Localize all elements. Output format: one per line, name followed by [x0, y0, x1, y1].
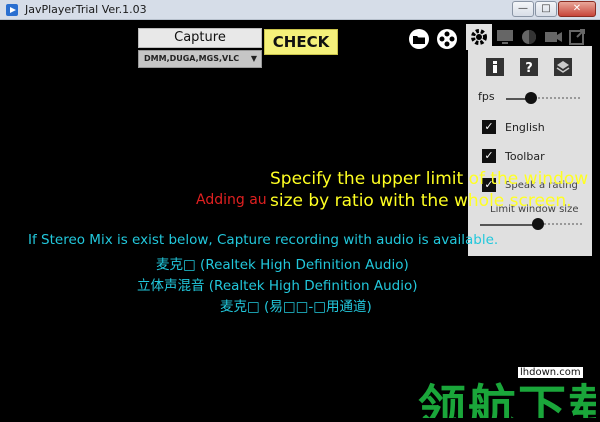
export-icon[interactable] — [566, 26, 588, 48]
close-button[interactable]: ✕ — [558, 1, 596, 17]
title-bar[interactable]: JavPlayerTrial Ver.1.03 — □ ✕ — [0, 0, 600, 20]
maximize-button[interactable]: □ — [535, 1, 557, 17]
toolbar-checkbox[interactable]: ✓ — [482, 149, 496, 163]
gear-icon[interactable] — [468, 26, 490, 48]
fps-label: fps — [478, 90, 495, 103]
folder-icon[interactable] — [408, 28, 430, 50]
audio-device-1: 麦克□ (Realtek High Definition Audio) — [156, 257, 409, 273]
fps-slider-knob[interactable] — [525, 92, 537, 104]
window-size-slider-fill — [480, 224, 536, 226]
film-reel-icon[interactable] — [436, 28, 458, 50]
toolbar-label: Toolbar — [505, 150, 545, 163]
half-circle-icon[interactable] — [518, 26, 540, 48]
camera-icon[interactable] — [542, 26, 564, 48]
site-select-value: DMM,DUGA,MGS,VLC — [144, 54, 240, 63]
layers-icon[interactable] — [552, 56, 574, 78]
tooltip: Specify the upper limit of the window si… — [270, 168, 596, 212]
audio-device-2: 立体声混音 (Realtek High Definition Audio) — [137, 278, 418, 294]
monitor-icon[interactable] — [494, 26, 516, 48]
svg-text:?: ? — [525, 61, 533, 76]
stereo-mix-note: If Stereo Mix is exist below, Capture re… — [28, 232, 499, 248]
window-title: JavPlayerTrial Ver.1.03 — [25, 3, 147, 16]
english-checkbox[interactable]: ✓ — [482, 120, 496, 134]
player-area[interactable]: Capture DMM,DUGA,MGS,VLC ▼ CHECK ? fps ✓… — [4, 20, 596, 418]
capture-button[interactable]: Capture — [138, 28, 262, 48]
info-icon[interactable] — [484, 56, 506, 78]
fps-slider-track[interactable] — [530, 97, 580, 99]
app-window: JavPlayerTrial Ver.1.03 — □ ✕ Capture DM… — [0, 0, 600, 422]
help-icon[interactable]: ? — [518, 56, 540, 78]
minimize-button[interactable]: — — [512, 1, 534, 17]
check-button[interactable]: CHECK — [264, 29, 338, 55]
site-select[interactable]: DMM,DUGA,MGS,VLC ▼ — [138, 50, 262, 68]
app-icon — [6, 4, 18, 16]
watermark-site: lhdown.com — [518, 367, 583, 378]
english-label: English — [505, 121, 545, 134]
tooltip-line-1: Specify the upper limit of the window — [270, 169, 589, 189]
adding-audio-status: Adding au — [196, 192, 267, 208]
audio-device-3: 麦克□ (易□□-□用通道) — [220, 299, 372, 315]
chevron-down-icon: ▼ — [250, 54, 257, 63]
window-size-slider-knob[interactable] — [532, 218, 544, 230]
tooltip-line-2: size by ratio with the whole screen. — [270, 191, 572, 211]
